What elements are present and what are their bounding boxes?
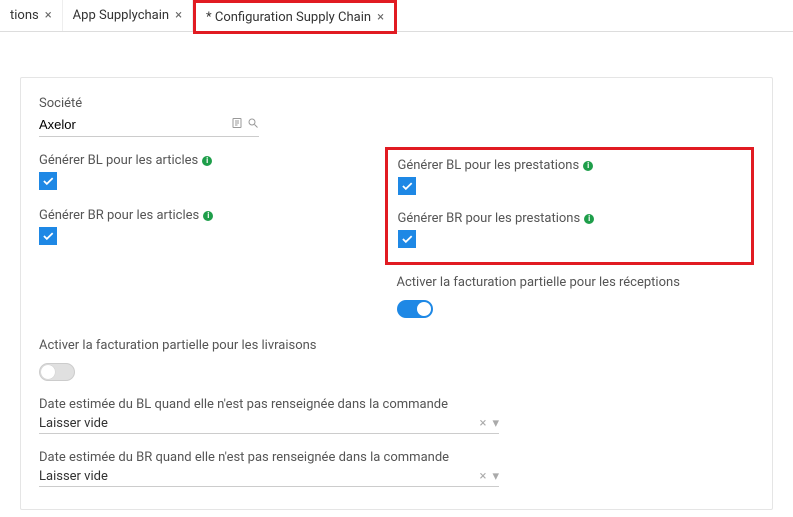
company-input-icons <box>231 117 259 132</box>
left-col: Générer BL pour les articles i Générer B… <box>39 153 397 334</box>
info-icon[interactable]: i <box>202 156 212 166</box>
tab-bar: tions × App Supplychain × * Configuratio… <box>0 0 793 32</box>
company-input-wrap <box>39 115 259 137</box>
gen-br-prestations-field: Générer BR pour les prestations i <box>398 211 742 250</box>
tab-app-supplychain[interactable]: App Supplychain × <box>63 0 193 31</box>
close-icon[interactable]: × <box>45 9 52 22</box>
gen-bl-prestations-checkbox[interactable] <box>398 177 416 195</box>
gen-bl-articles-checkbox[interactable] <box>39 172 57 190</box>
est-date-br-select[interactable]: Laisser vide × ▾ <box>39 469 499 487</box>
clear-icon[interactable]: × <box>480 469 487 484</box>
right-col: Générer BL pour les prestations i Génére… <box>397 153 755 334</box>
label-text: Générer BR pour les articles <box>39 208 199 223</box>
tab-configuration-supply-chain[interactable]: * Configuration Supply Chain × <box>193 0 397 34</box>
gen-br-prestations-label: Générer BR pour les prestations i <box>398 211 742 226</box>
gen-bl-articles-label: Générer BL pour les articles i <box>39 153 397 168</box>
info-icon[interactable]: i <box>584 214 594 224</box>
gen-bl-articles-field: Générer BL pour les articles i <box>39 153 397 192</box>
select-icons: × ▾ <box>480 469 499 484</box>
gen-br-articles-field: Générer BR pour les articles i <box>39 208 397 247</box>
close-icon[interactable]: × <box>175 9 182 22</box>
company-label: Société <box>39 96 754 111</box>
tab-partial[interactable]: tions × <box>0 0 63 31</box>
gen-bl-prestations-field: Générer BL pour les prestations i <box>398 158 742 197</box>
gen-br-prestations-checkbox[interactable] <box>398 230 416 248</box>
tab-label: * Configuration Supply Chain <box>206 10 371 25</box>
gen-br-articles-checkbox[interactable] <box>39 227 57 245</box>
details-icon[interactable] <box>231 117 243 132</box>
info-icon[interactable]: i <box>203 211 213 221</box>
highlight-prestations: Générer BL pour les prestations i Génére… <box>385 147 755 265</box>
toggle-knob <box>41 365 55 379</box>
checkbox-row: Générer BL pour les articles i Générer B… <box>39 153 754 334</box>
est-date-bl-field: Date estimée du BL quand elle n'est pas … <box>39 397 754 434</box>
company-field: Société <box>39 96 754 137</box>
partial-invoice-deliveries-label: Activer la facturation partielle pour le… <box>39 338 754 353</box>
company-input[interactable] <box>39 115 231 134</box>
est-date-br-value: Laisser vide <box>39 469 480 484</box>
clear-icon[interactable]: × <box>480 416 487 431</box>
search-icon[interactable] <box>247 117 259 132</box>
partial-invoice-receptions-field: Activer la facturation partielle pour le… <box>397 275 755 318</box>
tab-label: tions <box>10 8 39 23</box>
est-date-bl-label: Date estimée du BL quand elle n'est pas … <box>39 397 754 412</box>
partial-invoice-deliveries-toggle[interactable] <box>39 363 75 381</box>
est-date-br-label: Date estimée du BR quand elle n'est pas … <box>39 450 754 465</box>
label-text: Générer BL pour les articles <box>39 153 198 168</box>
partial-invoice-receptions-toggle[interactable] <box>397 300 433 318</box>
partial-invoice-receptions-label: Activer la facturation partielle pour le… <box>397 275 755 290</box>
label-text: Générer BR pour les prestations <box>398 211 581 226</box>
est-date-bl-value: Laisser vide <box>39 416 480 431</box>
tab-label: App Supplychain <box>73 8 169 23</box>
toggle-knob <box>417 302 431 316</box>
est-date-bl-select[interactable]: Laisser vide × ▾ <box>39 416 499 434</box>
close-icon[interactable]: × <box>377 11 384 24</box>
partial-invoice-deliveries-field: Activer la facturation partielle pour le… <box>39 338 754 381</box>
chevron-down-icon[interactable]: ▾ <box>492 416 499 431</box>
est-date-br-field: Date estimée du BR quand elle n'est pas … <box>39 450 754 487</box>
config-panel: Société Générer BL pour les articles i <box>20 77 773 510</box>
gen-bl-prestations-label: Générer BL pour les prestations i <box>398 158 742 173</box>
chevron-down-icon[interactable]: ▾ <box>492 469 499 484</box>
label-text: Générer BL pour les prestations <box>398 158 580 173</box>
gen-br-articles-label: Générer BR pour les articles i <box>39 208 397 223</box>
select-icons: × ▾ <box>480 416 499 431</box>
info-icon[interactable]: i <box>583 161 593 171</box>
